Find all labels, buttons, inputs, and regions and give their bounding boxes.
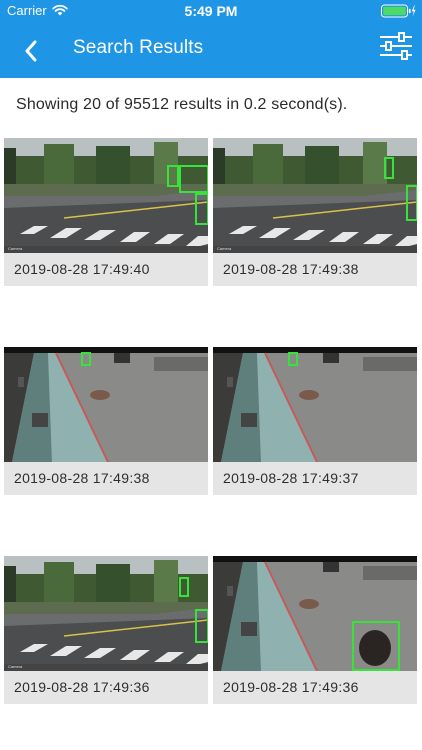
result-timestamp: 2019-08-28 17:49:40	[14, 261, 150, 277]
result-card[interactable]: 2019-08-28 17:49:36	[213, 556, 417, 704]
result-card[interactable]: Camera 2019-08-28 17:49:38	[213, 138, 417, 286]
result-timestamp: 2019-08-28 17:49:36	[14, 679, 150, 695]
result-card[interactable]: 2019-08-28 17:49:37	[213, 347, 417, 495]
result-timestamp: 2019-08-28 17:49:38	[223, 261, 359, 277]
svg-text:Camera: Camera	[8, 246, 23, 251]
result-thumbnail	[4, 347, 208, 462]
sliders-icon	[380, 32, 412, 60]
svg-text:Camera: Camera	[217, 246, 232, 251]
result-thumbnail	[213, 556, 417, 671]
app-header: Carrier 5:49 PM Search Results	[0, 0, 422, 78]
battery-icon	[381, 4, 416, 18]
result-thumbnail: Camera	[4, 556, 208, 671]
result-card[interactable]: Camera 2019-08-28 17:49:36	[4, 556, 208, 704]
result-card[interactable]: Camera 2019-08-28 17:49:40	[4, 138, 208, 286]
result-thumbnail: Camera	[4, 138, 208, 253]
back-button[interactable]	[14, 34, 48, 68]
result-card[interactable]: 2019-08-28 17:49:38	[4, 347, 208, 495]
results-summary: Showing 20 of 95512 results in 0.2 secon…	[16, 96, 348, 113]
result-timestamp: 2019-08-28 17:49:37	[223, 470, 359, 486]
status-bar: Carrier 5:49 PM	[0, 0, 422, 24]
result-thumbnail: Camera	[213, 138, 417, 253]
result-timestamp: 2019-08-28 17:49:36	[223, 679, 359, 695]
chevron-left-icon	[25, 40, 37, 62]
result-timestamp: 2019-08-28 17:49:38	[14, 470, 150, 486]
status-time: 5:49 PM	[184, 3, 238, 19]
navigation-bar: Search Results	[0, 24, 422, 78]
person-figure	[359, 630, 391, 666]
filter-button[interactable]	[378, 31, 414, 61]
page-title: Search Results	[73, 37, 204, 58]
result-thumbnail	[213, 347, 417, 462]
svg-text:Camera: Camera	[8, 664, 23, 669]
